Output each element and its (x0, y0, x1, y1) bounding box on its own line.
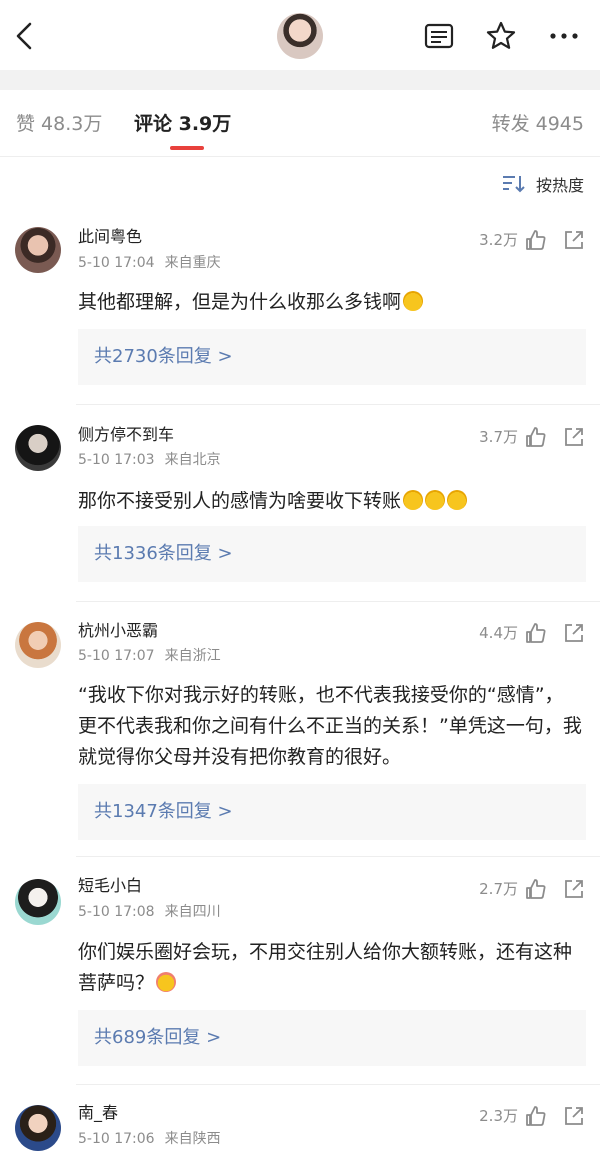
thumbs-up-icon (526, 623, 546, 643)
comment-item: 侧方停不到车 5-10 17:03 来自北京 3.7万 那你不接受别人的感情为啥要… (0, 405, 600, 602)
back-button[interactable] (10, 18, 40, 54)
replies-label: 共1347条回复 > (94, 801, 233, 822)
comment-meta: 5-10 17:08 来自四川 (78, 903, 221, 921)
star-icon (486, 21, 516, 49)
replies-button[interactable]: 共1347条回复 > (78, 784, 586, 840)
comment-author[interactable]: 此间粤色 (78, 227, 142, 247)
comment-meta: 5-10 17:03 来自北京 (78, 451, 221, 469)
tab-comments[interactable]: 评论 3.9万 (134, 112, 231, 136)
tab-likes[interactable]: 赞 48.3万 (16, 112, 102, 136)
share-button[interactable] (562, 425, 586, 449)
reader-icon (424, 23, 454, 49)
like-count: 2.7万 (479, 880, 518, 898)
tab-reposts[interactable]: 转发 4945 (492, 112, 584, 136)
share-icon (565, 428, 583, 446)
comment-date: 5-10 17:08 (78, 904, 155, 920)
comment-text: 那你不接受别人的感情为啥要收下转账 (78, 486, 582, 517)
avatar[interactable] (15, 879, 61, 925)
comment-author[interactable]: 南_春 (78, 1103, 118, 1123)
comment-item: 杭州小恶霸 5-10 17:07 来自浙江 4.4万 “我收下你对我示好的转账，也… (0, 602, 600, 857)
comment-meta: 5-10 17:04 来自重庆 (78, 254, 221, 272)
comment-location: 来自北京 (164, 452, 221, 468)
share-button[interactable] (562, 228, 586, 252)
comment-date: 5-10 17:07 (78, 648, 155, 664)
sweat-emoji-icon (425, 490, 446, 510)
comment-location: 来自四川 (164, 904, 221, 920)
comment-text: 其他都理解，但是为什么收那么多钱啊 (78, 287, 582, 318)
avatar[interactable] (15, 227, 61, 273)
comment-body: 那你不接受别人的感情为啥要收下转账 (78, 490, 402, 512)
comment-meta: 5-10 17:06 来自陕西 (78, 1130, 221, 1148)
replies-label: 共2730条回复 > (94, 346, 233, 367)
dizzy-emoji-icon (156, 972, 177, 992)
like-count: 2.3万 (479, 1107, 518, 1125)
sort-button[interactable]: 按热度 (502, 172, 584, 195)
like-button[interactable] (524, 1104, 548, 1128)
sort-icon (502, 176, 525, 193)
active-tab-indicator (170, 146, 204, 150)
share-button[interactable] (562, 1104, 586, 1128)
top-bar (0, 0, 600, 70)
chevron-left-icon (16, 22, 32, 50)
comment-text: 你们娱乐圈好会玩，不用交往别人给你大额转账，还有这种菩萨吗？ (78, 937, 582, 999)
favorite-button[interactable] (485, 20, 517, 52)
section-separator (0, 70, 600, 90)
sweat-emoji-icon (403, 490, 424, 510)
like-button[interactable] (524, 877, 548, 901)
comment-date: 5-10 17:06 (78, 1131, 155, 1147)
sweat-emoji-icon (447, 490, 468, 510)
author-avatar[interactable] (277, 13, 323, 59)
thumbs-up-icon (526, 879, 546, 899)
replies-label: 共689条回复 > (94, 1027, 222, 1048)
share-icon (565, 231, 583, 249)
comment-location: 来自陕西 (164, 1131, 221, 1147)
comment-meta: 5-10 17:07 来自浙江 (78, 647, 221, 665)
comment-date: 5-10 17:04 (78, 255, 155, 271)
like-count: 3.7万 (479, 428, 518, 446)
share-button[interactable] (562, 877, 586, 901)
comment-author[interactable]: 侧方停不到车 (78, 425, 174, 445)
laugh-cry-emoji-icon (403, 291, 424, 311)
comment-author[interactable]: 短毛小白 (78, 876, 142, 896)
replies-button[interactable]: 共2730条回复 > (78, 329, 586, 385)
comment-item: 此间粤色 5-10 17:04 来自重庆 3.2万 其他都理解，但是为什么收那么多… (0, 200, 600, 405)
comment-text: “我收下你对我示好的转账，也不代表我接受你的“感情”，更不代表我和你之间有什么不… (78, 680, 582, 773)
stats-tabs: 赞 48.3万 评论 3.9万 转发 4945 (0, 90, 600, 157)
comment-body: 其他都理解，但是为什么收那么多钱啊 (78, 291, 402, 313)
comment-body: “我收下你对我示好的转账，也不代表我接受你的“感情”，更不代表我和你之间有什么不… (78, 684, 582, 768)
reader-button[interactable] (423, 20, 455, 52)
comment-date: 5-10 17:03 (78, 452, 155, 468)
like-button[interactable] (524, 621, 548, 645)
share-icon (565, 624, 583, 642)
avatar[interactable] (15, 425, 61, 471)
replies-button[interactable]: 共1336条回复 > (78, 526, 586, 582)
more-icon (550, 33, 578, 39)
share-icon (565, 880, 583, 898)
like-button[interactable] (524, 228, 548, 252)
share-icon (565, 1107, 583, 1125)
like-count: 3.2万 (479, 231, 518, 249)
comment-location: 来自重庆 (164, 255, 221, 271)
replies-label: 共1336条回复 > (94, 543, 233, 564)
thumbs-up-icon (526, 230, 546, 250)
sort-label: 按热度 (535, 176, 584, 195)
avatar[interactable] (15, 622, 61, 668)
thumbs-up-icon (526, 1106, 546, 1126)
comment-author[interactable]: 杭州小恶霸 (78, 621, 158, 641)
more-button[interactable] (548, 20, 580, 52)
comment-location: 来自浙江 (164, 648, 221, 664)
share-button[interactable] (562, 621, 586, 645)
like-button[interactable] (524, 425, 548, 449)
comment-body: 你们娱乐圈好会玩，不用交往别人给你大额转账，还有这种菩萨吗？ (78, 941, 573, 994)
comment-item: 南_春 5-10 17:06 来自陕西 2.3万 (0, 1085, 600, 1165)
comment-item: 短毛小白 5-10 17:08 来自四川 2.7万 你们娱乐圈好会玩，不用交往别人… (0, 857, 600, 1085)
avatar[interactable] (15, 1105, 61, 1151)
thumbs-up-icon (526, 427, 546, 447)
replies-button[interactable]: 共689条回复 > (78, 1010, 586, 1066)
like-count: 4.4万 (479, 624, 518, 642)
